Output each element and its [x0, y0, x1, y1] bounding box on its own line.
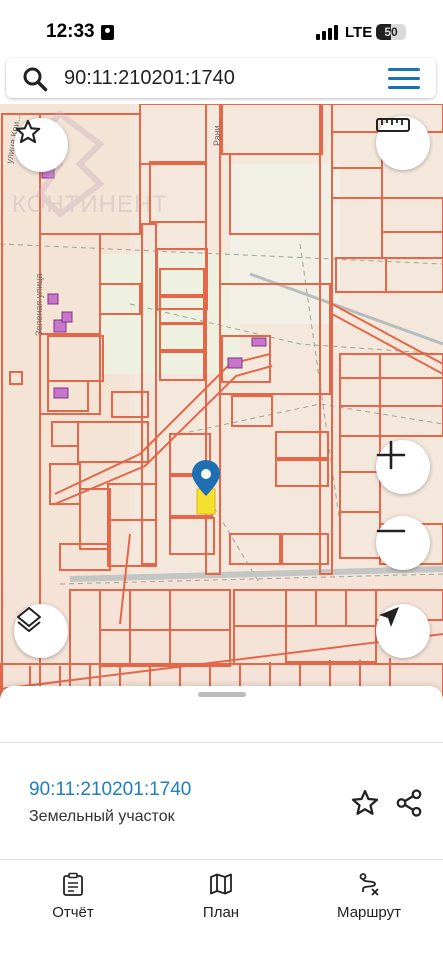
- search-input[interactable]: [64, 64, 364, 92]
- battery-percent: 50: [384, 25, 398, 39]
- zoom-out-button[interactable]: [376, 516, 430, 570]
- navigation-arrow-icon: [379, 607, 399, 627]
- status-bar: 12:33 LTE 50: [0, 0, 443, 56]
- favorite-map-button[interactable]: [14, 118, 68, 172]
- map-icon: [210, 873, 232, 895]
- search-icon[interactable]: [22, 66, 48, 92]
- nav-report[interactable]: Отчёт: [18, 872, 128, 921]
- network-type: LTE: [345, 24, 373, 41]
- star-icon[interactable]: [350, 788, 380, 818]
- bottom-navigation: Отчёт План Маршрут: [0, 862, 443, 960]
- cadastral-map[interactable]: Зеленая улица Рани... улица Кри... КОНТИ…: [0, 104, 443, 704]
- minus-icon: [376, 529, 406, 533]
- status-time: 12:33: [46, 21, 95, 42]
- contact-card-icon: [101, 25, 114, 40]
- parcel-cadastral-number[interactable]: 90:11:210201:1740: [29, 779, 191, 801]
- clipboard-icon: [63, 872, 83, 896]
- sheet-bottom-divider: [0, 859, 443, 860]
- nav-plan-label: План: [202, 904, 240, 921]
- layers-button[interactable]: [14, 604, 68, 658]
- nav-route-label: Маршрут: [337, 904, 401, 921]
- nav-report-label: Отчёт: [52, 904, 94, 921]
- zoom-in-button[interactable]: [376, 440, 430, 494]
- ruler-button[interactable]: [376, 116, 430, 170]
- route-icon: [359, 873, 379, 896]
- search-bar: [6, 58, 436, 98]
- parcel-info-sheet[interactable]: 90:11:210201:1740 Земельный участок: [0, 686, 443, 862]
- nav-route[interactable]: Маршрут: [314, 872, 424, 921]
- plus-icon: [376, 440, 406, 470]
- my-location-button[interactable]: [376, 604, 430, 658]
- share-icon[interactable]: [394, 788, 424, 818]
- nav-plan[interactable]: План: [166, 872, 276, 921]
- street-label-rani: Рани...: [212, 118, 222, 146]
- parcel-type: Земельный участок: [29, 808, 175, 825]
- cellular-signal-icon: [316, 24, 338, 40]
- watermark-text: КОНТИНЕНТ: [12, 191, 168, 218]
- sheet-drag-handle[interactable]: [198, 692, 246, 697]
- street-label-zelenaya: Зеленая улица: [34, 274, 44, 337]
- battery-icon: 50: [376, 24, 406, 40]
- hamburger-menu-icon[interactable]: [388, 68, 420, 90]
- map-pin-icon[interactable]: [192, 460, 220, 496]
- ruler-icon: [376, 118, 410, 132]
- star-icon: [15, 119, 41, 144]
- layers-icon: [17, 607, 41, 632]
- sheet-divider: [0, 742, 443, 743]
